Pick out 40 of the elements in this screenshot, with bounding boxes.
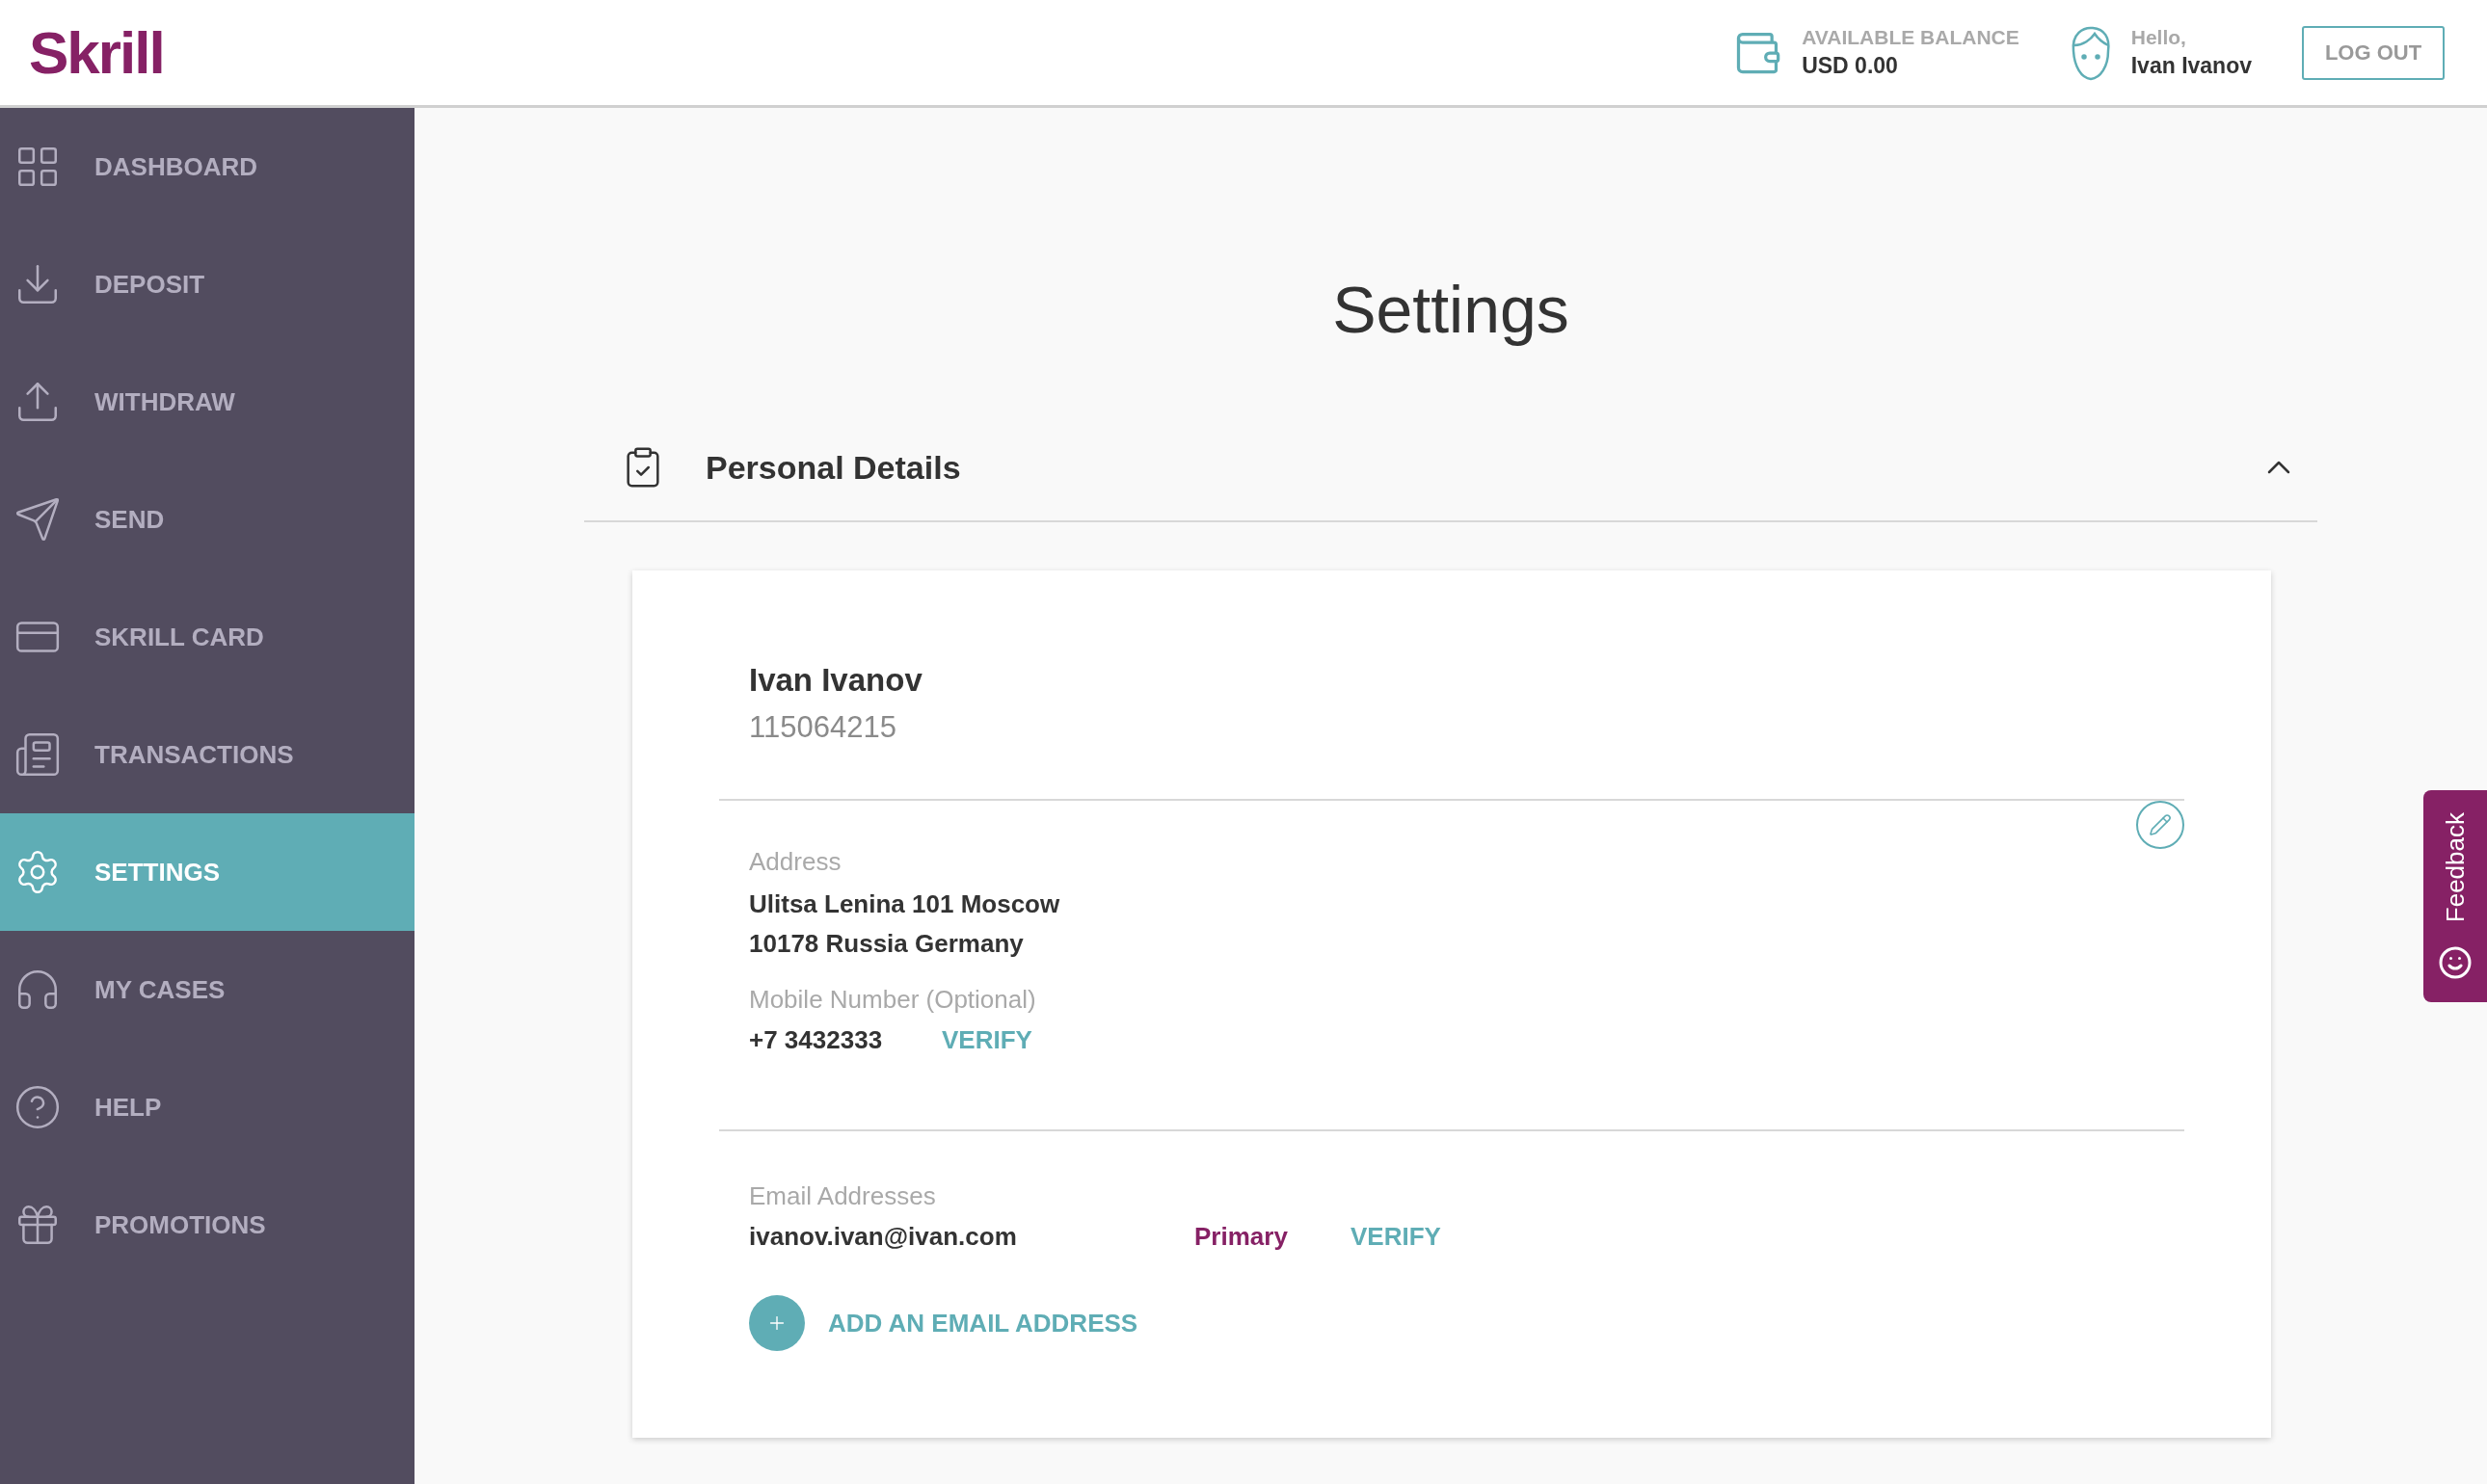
primary-tag: Primary [1194, 1222, 1350, 1252]
pencil-icon [2149, 813, 2172, 836]
mobile-number: +7 3432333 [749, 1024, 884, 1056]
verify-link[interactable]: VERIFY [1350, 1222, 1441, 1252]
add-email-link[interactable]: ADD AN EMAIL ADDRESS [828, 1308, 1138, 1338]
customer-id: 115064215 [749, 710, 897, 745]
page-title: Settings [1332, 272, 1569, 347]
mobile-label: Mobile Number (Optional) [749, 985, 1037, 1015]
skrill-logo[interactable]: Skrill [29, 18, 164, 87]
add-button[interactable] [749, 1295, 805, 1351]
sidebar-item[interactable]: MY CASES [0, 931, 414, 1048]
list-document-icon [13, 730, 62, 779]
user-name: Ivan Ivanov [2130, 53, 2252, 79]
paper-plane-icon [13, 495, 62, 543]
sidebar-item[interactable]: SKRILL CARD [0, 578, 414, 696]
sidebar-item[interactable]: SETTINGS [0, 813, 414, 931]
section-title: Personal Details [706, 448, 961, 487]
balance-value: USD 0.00 [1802, 53, 1899, 79]
edit-pencil-button[interactable] [2136, 801, 2184, 849]
feedback-label: Feedback [2440, 811, 2471, 923]
sidebar-item[interactable]: DEPOSIT [0, 225, 414, 343]
sidebar-item[interactable]: PROMOTIONS [0, 1166, 414, 1284]
smiley-icon [2438, 945, 2473, 981]
logout-button[interactable]: LOG OUT [2302, 25, 2445, 80]
email-address: ivanov.ivan@ivan.com [749, 1221, 1018, 1253]
account-name: Ivan Ivanov [749, 662, 923, 699]
verify-link[interactable]: VERIFY [942, 1025, 1032, 1055]
sidebar-item[interactable]: HELP [0, 1048, 414, 1166]
sidebar-item[interactable]: WITHDRAW [0, 343, 414, 461]
help-icon [13, 1083, 62, 1131]
greeting: Hello, [2130, 26, 2187, 49]
sidebar-item[interactable]: TRANSACTIONS [0, 696, 414, 813]
email-label: Email Addresses [749, 1181, 937, 1211]
sidebar-item[interactable]: SEND [0, 461, 414, 578]
address-line: Ulitsa Lenina 101 Moscow [749, 888, 1061, 920]
feedback-tab[interactable]: Feedback [2423, 790, 2487, 1002]
address-label: Address [749, 847, 842, 877]
address-line: 10178 Russia Germany [749, 928, 1025, 960]
sidebar-item[interactable]: DASHBOARD [0, 108, 414, 225]
balance-label: AVAILABLE BALANCE [1802, 26, 2019, 49]
